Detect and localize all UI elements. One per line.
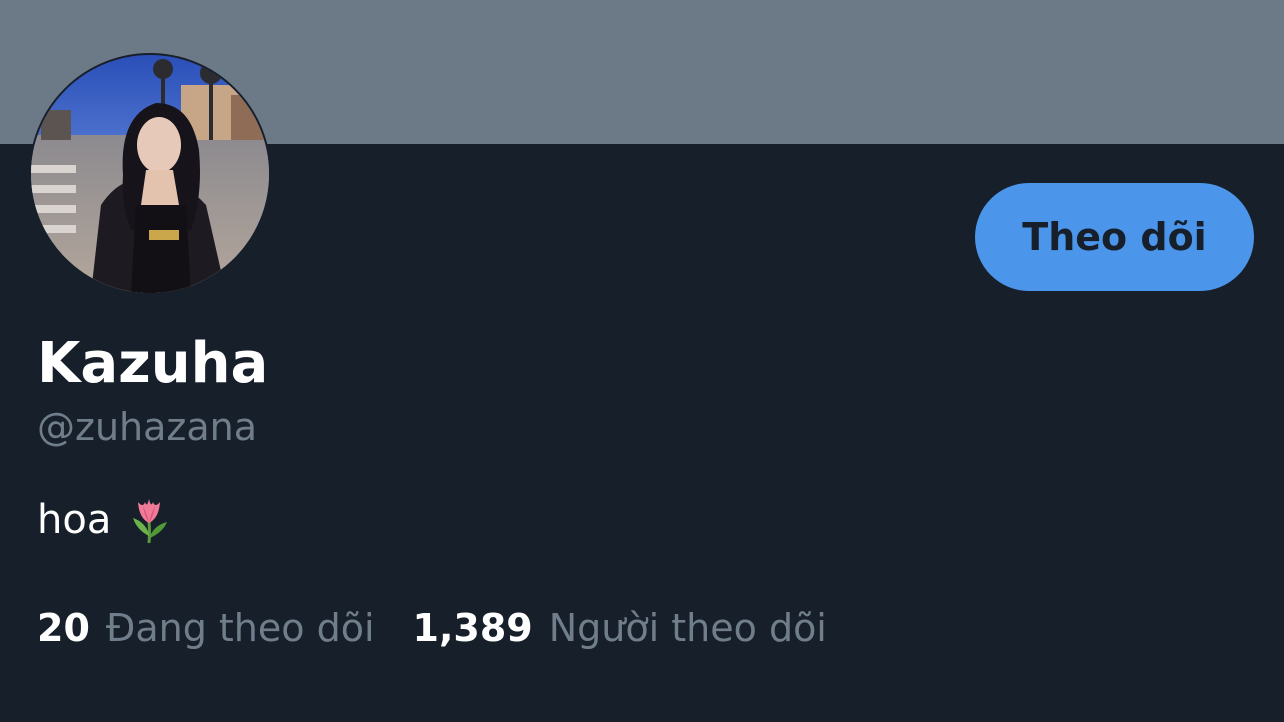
profile-stats: 20 Đang theo dõi 1,389 Người theo dõi xyxy=(37,603,827,653)
profile-bio: hoa xyxy=(37,494,171,546)
tulip-emoji-icon xyxy=(129,496,171,544)
following-label: Đang theo dõi xyxy=(105,606,375,650)
followers-label: Người theo dõi xyxy=(548,606,827,650)
followers-count: 1,389 xyxy=(412,606,533,650)
profile-avatar[interactable] xyxy=(29,53,271,295)
followers-stat[interactable]: 1,389 Người theo dõi xyxy=(413,603,827,653)
following-stat[interactable]: 20 Đang theo dõi xyxy=(37,603,375,653)
following-count: 20 xyxy=(37,606,90,650)
avatar-photo xyxy=(31,55,269,293)
follow-button[interactable]: Theo dõi xyxy=(975,183,1254,291)
bio-text: hoa xyxy=(37,497,112,543)
profile-display-name: Kazuha xyxy=(37,331,269,396)
profile-handle: @zuhazana xyxy=(37,405,258,449)
